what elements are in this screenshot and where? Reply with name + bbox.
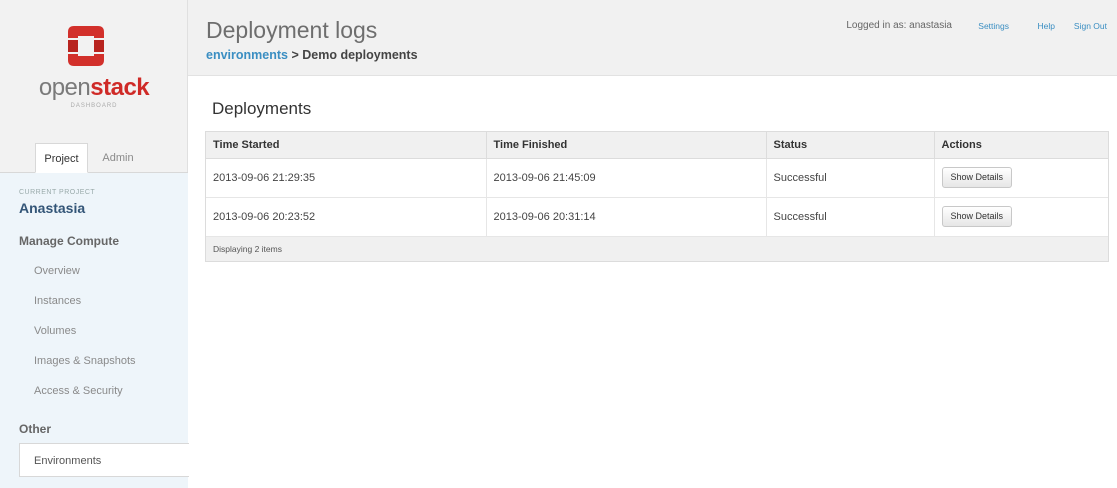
column-header-actions: Actions [934, 132, 1108, 159]
cell-time-started: 2013-09-06 21:29:35 [206, 158, 487, 198]
breadcrumb: environments > Demo deployments [206, 48, 418, 62]
cell-status: Successful [766, 158, 935, 198]
page-header: Deployment logs environments > Demo depl… [188, 0, 1117, 76]
section-other: Other [19, 422, 52, 436]
logo-subtitle: DASHBOARD [70, 103, 118, 109]
sidebar-item-instances[interactable]: Instances [34, 295, 81, 307]
column-header-status[interactable]: Status [766, 132, 935, 159]
settings-link[interactable]: Settings [978, 21, 1009, 31]
sidebar-item-volumes[interactable]: Volumes [34, 325, 76, 337]
sidebar-item-access-security[interactable]: Access & Security [34, 385, 123, 397]
logged-in-text: Logged in as: anastasia [846, 20, 952, 31]
deployments-table: Time Started Time Finished Status Action… [205, 131, 1109, 262]
table-footer: Displaying 2 items [206, 236, 1108, 261]
breadcrumb-separator: > [291, 48, 299, 62]
openstack-logo-icon [68, 26, 104, 66]
section-manage-compute: Manage Compute [19, 234, 120, 248]
sidebar-item-label: Environments [34, 455, 102, 467]
sidebar-item-images-snapshots[interactable]: Images & Snapshots [34, 355, 136, 367]
page-title: Deployment logs [206, 17, 378, 43]
cell-time-started: 2013-09-06 20:23:52 [206, 197, 487, 237]
logo-wordmark: openstack [38, 74, 150, 101]
sidebar: openstack DASHBOARD Project Admin CURREN… [0, 0, 189, 488]
show-details-button[interactable]: Show Details [941, 167, 1013, 188]
cell-status: Successful [766, 197, 935, 237]
table-row: 2013-09-06 21:29:35 2013-09-06 21:45:09 … [206, 158, 1108, 198]
tab-project[interactable]: Project [35, 143, 88, 173]
cell-time-finished: 2013-09-06 21:45:09 [486, 158, 767, 198]
help-link[interactable]: Help [1038, 21, 1055, 31]
tab-admin[interactable]: Admin [88, 143, 148, 173]
cell-actions: Show Details [934, 197, 1108, 237]
show-details-button[interactable]: Show Details [941, 206, 1013, 227]
section-title: Deployments [212, 99, 312, 118]
logo[interactable]: openstack DASHBOARD [0, 0, 188, 128]
breadcrumb-link-environments[interactable]: environments [206, 48, 288, 62]
table-header-row: Time Started Time Finished Status Action… [206, 132, 1108, 159]
cell-time-finished: 2013-09-06 20:31:14 [486, 197, 767, 237]
current-project-name[interactable]: Anastasia [19, 200, 85, 216]
breadcrumb-current: Demo deployments [302, 48, 418, 62]
column-header-time-started[interactable]: Time Started [206, 132, 487, 159]
sign-out-link[interactable]: Sign Out [1074, 21, 1107, 31]
current-project-label: CURRENT PROJECT [19, 189, 96, 196]
cell-actions: Show Details [934, 158, 1108, 198]
project-panel: CURRENT PROJECT Anastasia Manage Compute… [0, 173, 189, 488]
sidebar-tabs: Project Admin [0, 143, 188, 173]
sidebar-item-overview[interactable]: Overview [34, 265, 80, 277]
table-row: 2013-09-06 20:23:52 2013-09-06 20:31:14 … [206, 197, 1108, 237]
column-header-time-finished[interactable]: Time Finished [486, 132, 767, 159]
sidebar-item-environments[interactable]: Environments [19, 443, 189, 477]
